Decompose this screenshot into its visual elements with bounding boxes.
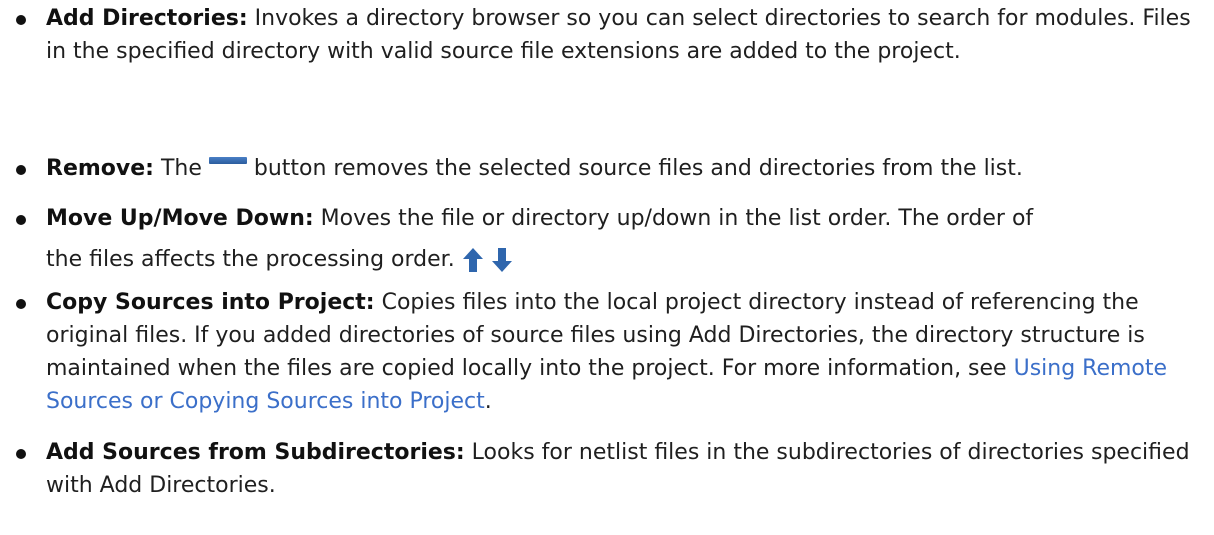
term-move-up-down: Move Up/Move Down: — [46, 206, 314, 231]
list-item-copy-sources: Copy Sources into Project: Copies files … — [16, 286, 1196, 418]
document-body: Add Directories: Invokes a directory bro… — [0, 0, 1214, 535]
description-copy-sources-end: . — [484, 389, 492, 414]
arrow-down-icon — [491, 247, 513, 273]
list-item-add-directories: Add Directories: Invokes a directory bro… — [16, 2, 1196, 68]
term-remove: Remove: — [46, 156, 154, 181]
term-add-directories: Add Directories: — [46, 6, 248, 31]
minus-bar-icon — [208, 157, 247, 164]
list-item-remove: Remove: The button removes the selected … — [16, 152, 1196, 185]
description-move-line2: the files affects the processing order. — [46, 247, 455, 272]
term-add-sources-subdirectories: Add Sources from Subdirectories: — [46, 440, 465, 465]
list-item-add-sources-subdirectories: Add Sources from Subdirectories: Looks f… — [16, 436, 1196, 502]
description-move-line1: Moves the file or directory up/down in t… — [313, 206, 1034, 231]
term-copy-sources: Copy Sources into Project: — [46, 290, 375, 315]
description-remove-before: The — [153, 156, 209, 181]
arrow-up-icon — [462, 247, 484, 273]
list-item-move-up-down: Move Up/Move Down: Moves the file or dir… — [16, 202, 1196, 285]
description-remove-after: button removes the selected source files… — [246, 156, 1023, 181]
